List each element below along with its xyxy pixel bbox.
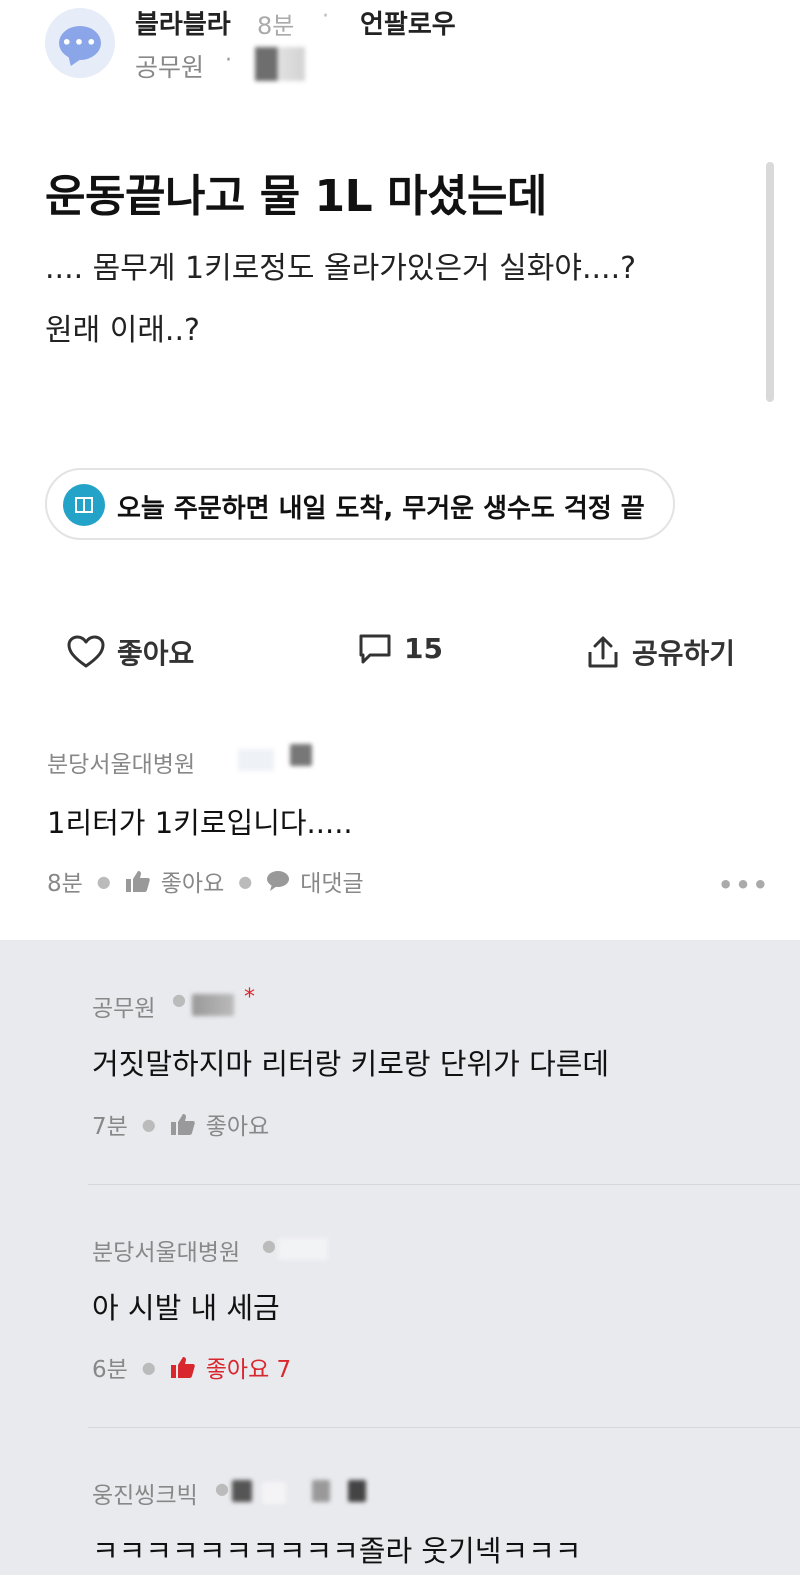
share-icon — [588, 636, 618, 668]
ad-text: 오늘 주문하면 내일 도착, 무거운 생수도 걱정 끝 — [117, 494, 645, 524]
separator-dot: ● — [238, 871, 253, 891]
blurred-company — [255, 47, 305, 81]
comment-time: 8분 — [47, 871, 83, 897]
blurred-company — [278, 1238, 328, 1260]
blurred-badge — [238, 749, 274, 771]
scrollbar[interactable] — [766, 162, 774, 402]
reply-like-button[interactable]: 좋아요 — [206, 1107, 269, 1141]
divider — [88, 1427, 800, 1428]
reply-button[interactable]: 대댓글 — [300, 864, 363, 898]
reply-text: 아 시발 내 세금 — [92, 1291, 280, 1325]
blurred-company — [232, 1480, 252, 1502]
comment-like-button[interactable]: 좋아요 — [161, 864, 224, 898]
post-author[interactable]: 블라블라 — [135, 4, 231, 41]
post-body-line: .... 몸무게 1키로정도 올라가있은거 실화야....? — [45, 251, 637, 286]
op-marker: * — [244, 985, 255, 1010]
author-avatar[interactable]: ••• — [45, 8, 115, 78]
divider — [88, 1184, 800, 1185]
gift-icon — [63, 484, 105, 526]
comment-meta: 8분 ● 좋아요 ● 대댓글 — [47, 864, 364, 898]
post-title: 운동끝나고 물 1L 마셨는데 — [45, 171, 547, 222]
blurred-badge — [290, 744, 312, 766]
more-options-icon[interactable]: ••• — [718, 871, 770, 899]
separator-dot: · — [322, 4, 329, 29]
reply-text: 거짓말하지마 리터랑 키로랑 단위가 다른데 — [92, 1047, 610, 1081]
thumbs-up-icon[interactable] — [170, 1355, 196, 1379]
reply-like-button[interactable]: 좋아요 7 — [206, 1350, 291, 1384]
reply-time: 6분 — [92, 1357, 128, 1383]
like-label: 좋아요 — [117, 637, 195, 670]
unfollow-button[interactable]: 언팔로우 — [360, 4, 456, 41]
blurred-badge — [348, 1480, 366, 1502]
reply-time: 7분 — [92, 1114, 128, 1140]
separator-dot: ● — [96, 871, 111, 891]
thumbs-up-icon[interactable] — [170, 1112, 196, 1136]
reply-meta: 7분 ● 좋아요 — [92, 1107, 269, 1141]
share-label: 공유하기 — [632, 637, 736, 670]
heart-icon — [67, 635, 105, 668]
reply-author[interactable]: 분당서울대병원 — [92, 1233, 240, 1267]
blurred-badge — [312, 1480, 330, 1502]
chat-bubble-icon: ••• — [59, 26, 101, 60]
blurred-company — [262, 1482, 286, 1504]
separator-dot: ● — [262, 1236, 276, 1255]
post-time: 8분 — [257, 12, 295, 40]
separator-dot: ● — [141, 1114, 156, 1134]
reply-meta: 6분 ● 좋아요 7 — [92, 1350, 291, 1384]
reply-text: ㅋㅋㅋㅋㅋㅋㅋㅋㅋㅋ졸라 웃기넥ㅋㅋㅋ — [92, 1534, 582, 1568]
comment-icon — [359, 634, 391, 663]
separator-dot: · — [225, 48, 232, 73]
reply-author[interactable]: 공무원 — [92, 989, 155, 1023]
author-job: 공무원 — [135, 53, 205, 82]
post-body-line: 원래 이래..? — [45, 313, 200, 348]
separator-dot: ● — [141, 1357, 156, 1377]
separator-dot: ● — [172, 990, 186, 1009]
blurred-company — [192, 994, 234, 1016]
comment-text: 1리터가 1키로입니다..... — [47, 806, 353, 840]
ad-banner[interactable]: 오늘 주문하면 내일 도착, 무거운 생수도 걱정 끝 — [45, 468, 675, 540]
share-button[interactable]: 공유하기 — [586, 632, 735, 672]
speech-bubble-icon[interactable] — [266, 870, 290, 892]
reply-author[interactable]: 웅진씽크빅 — [92, 1476, 198, 1510]
thumbs-up-icon[interactable] — [125, 869, 151, 893]
separator-dot: ● — [215, 1479, 229, 1498]
comments-count: 15 — [404, 632, 443, 665]
comment-author[interactable]: 분당서울대병원 — [47, 745, 195, 779]
comments-button[interactable]: 15 — [358, 632, 443, 665]
like-button[interactable]: 좋아요 — [67, 632, 194, 672]
